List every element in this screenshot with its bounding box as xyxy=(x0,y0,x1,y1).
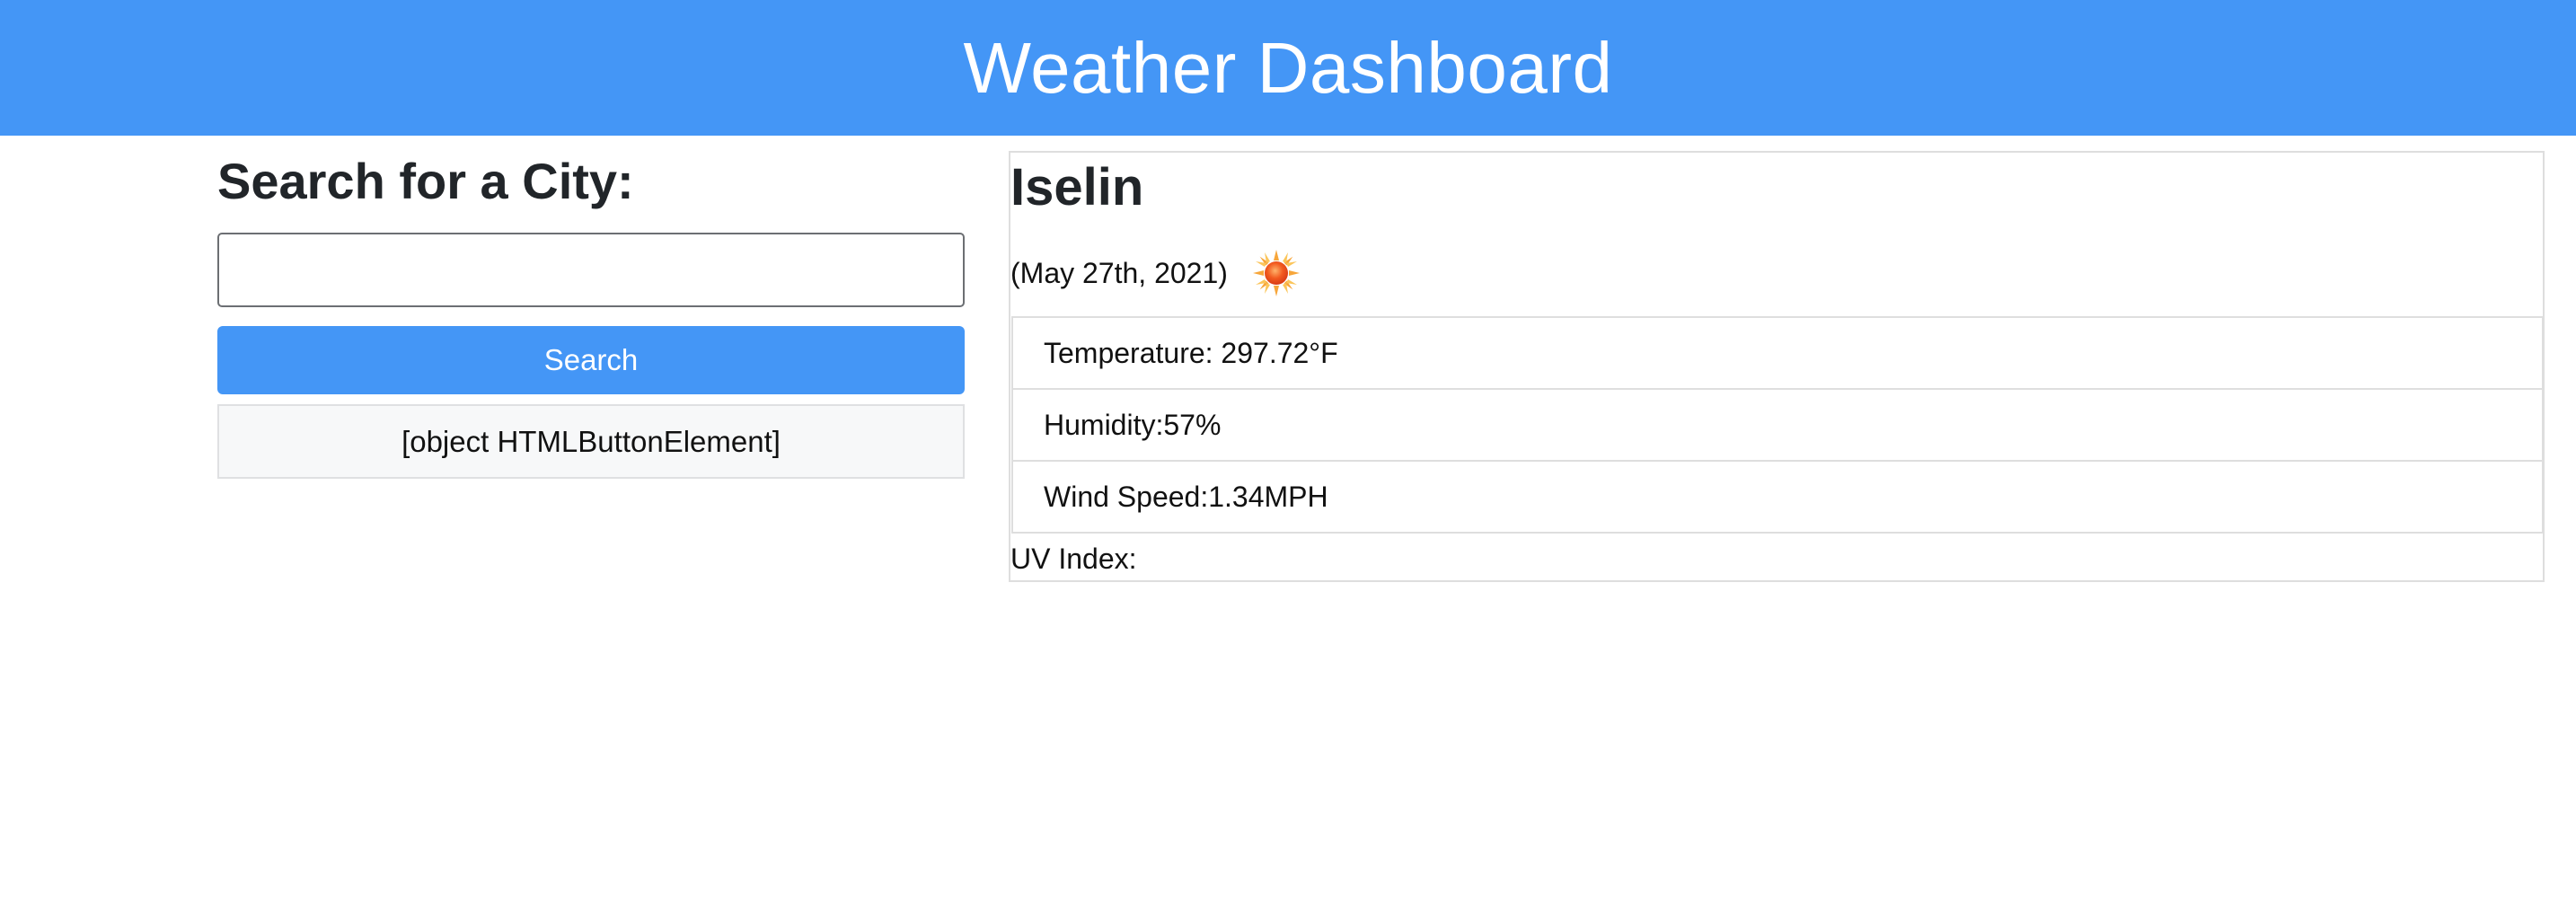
city-search-input[interactable] xyxy=(217,233,965,307)
city-name: Iselin xyxy=(1010,158,1144,216)
search-heading: Search for a City: xyxy=(217,153,634,209)
sun-icon xyxy=(1251,248,1301,298)
current-weather-card: Iselin (May 27th, 2021) Temperature: 297… xyxy=(1009,151,2545,582)
search-button[interactable]: Search xyxy=(217,326,965,394)
search-panel: Search for a City: Search [object HTMLBu… xyxy=(217,151,965,479)
wind-speed-stat: Wind Speed:1.34MPH xyxy=(1011,460,2544,534)
date-row: (May 27th, 2021) xyxy=(1010,246,1301,300)
history-city-button[interactable]: [object HTMLButtonElement] xyxy=(217,404,965,479)
humidity-stat: Humidity:57% xyxy=(1011,388,2544,462)
weather-stats-list: Temperature: 297.72°F Humidity:57% Wind … xyxy=(1011,316,2544,534)
current-date: (May 27th, 2021) xyxy=(1010,256,1228,289)
app-header: Weather Dashboard xyxy=(0,0,2576,136)
uv-index-label: UV Index: xyxy=(1010,543,1137,575)
page-title: Weather Dashboard xyxy=(963,27,1613,108)
temperature-stat: Temperature: 297.72°F xyxy=(1011,316,2544,390)
